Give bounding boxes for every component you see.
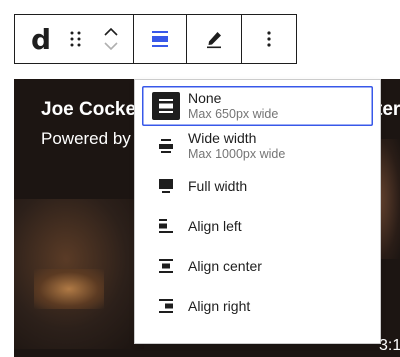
- align-none-icon: [152, 31, 168, 47]
- menu-item-label: None: [188, 90, 222, 107]
- video-frame-highlight: [34, 269, 104, 309]
- move-up-button[interactable]: [104, 28, 118, 36]
- menu-item-label: Wide width: [188, 130, 257, 147]
- menu-item-none[interactable]: None Max 650px wide: [142, 86, 373, 126]
- block-type-icon: d: [30, 22, 52, 56]
- block-toolbar: d: [14, 14, 297, 64]
- menu-item-description: Max 1000px wide: [188, 146, 286, 161]
- pencil-icon: [207, 32, 221, 49]
- menu-item-description: Max 650px wide: [188, 106, 279, 121]
- align-none-icon: [152, 92, 180, 120]
- align-center-icon: [152, 252, 180, 280]
- more-vertical-icon: [267, 31, 271, 47]
- video-timestamp: 3:1: [379, 337, 400, 354]
- drag-handle-icon: [70, 31, 81, 47]
- menu-item-full-width[interactable]: Full width: [142, 166, 373, 206]
- menu-item-align-left[interactable]: Align left: [142, 206, 373, 246]
- video-subtitle: Powered by: [41, 129, 131, 148]
- menu-item-align-right[interactable]: Align right: [142, 286, 373, 326]
- align-left-icon: [152, 212, 180, 240]
- more-options-button[interactable]: [242, 15, 296, 63]
- drag-handle[interactable]: [61, 15, 91, 63]
- align-full-icon: [152, 172, 180, 200]
- menu-item-label: Full width: [188, 177, 248, 194]
- align-right-icon: [152, 292, 180, 320]
- align-wide-icon: [152, 132, 180, 160]
- block-movers: [91, 15, 131, 63]
- menu-item-label: Align right: [188, 297, 251, 314]
- block-type-button[interactable]: d: [15, 15, 61, 63]
- menu-item-label: Align left: [188, 217, 242, 234]
- edit-button[interactable]: [187, 15, 242, 63]
- menu-item-label: Align center: [188, 257, 262, 274]
- move-down-button[interactable]: [104, 42, 118, 50]
- alignment-menu: None Max 650px wide Wide width Max 1000p…: [134, 79, 381, 344]
- block-switcher-group: d: [15, 15, 134, 63]
- align-button[interactable]: [134, 15, 187, 63]
- menu-item-align-center[interactable]: Align center: [142, 246, 373, 286]
- menu-item-wide-width[interactable]: Wide width Max 1000px wide: [142, 126, 373, 166]
